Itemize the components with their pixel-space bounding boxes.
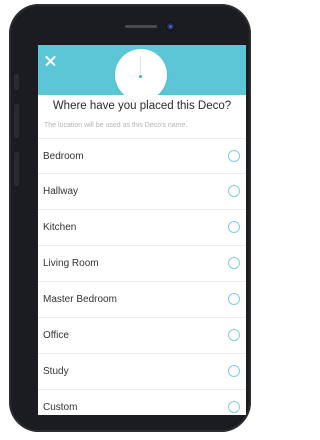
radio-unselected-icon[interactable] bbox=[228, 365, 240, 377]
radio-unselected-icon[interactable] bbox=[228, 221, 240, 233]
mute-switch bbox=[14, 74, 19, 90]
location-option-study[interactable]: Study bbox=[38, 354, 246, 390]
screen: Where have you placed this Deco? The loc… bbox=[38, 45, 246, 415]
location-label: Office bbox=[43, 330, 69, 341]
radio-unselected-icon[interactable] bbox=[228, 257, 240, 269]
location-label: Bedroom bbox=[43, 151, 84, 162]
location-option-hallway[interactable]: Hallway bbox=[38, 174, 246, 210]
location-label: Master Bedroom bbox=[43, 294, 117, 305]
location-option-kitchen[interactable]: Kitchen bbox=[38, 210, 246, 246]
location-label: Kitchen bbox=[43, 222, 77, 233]
volume-up-button bbox=[14, 104, 19, 138]
location-list: Bedroom Hallway Kitchen Living Room Mast… bbox=[38, 138, 246, 415]
location-option-office[interactable]: Office bbox=[38, 318, 246, 354]
page-title: Where have you placed this Deco? bbox=[52, 100, 232, 112]
location-label: Study bbox=[43, 366, 69, 377]
deco-status-light bbox=[139, 75, 142, 78]
location-label: Hallway bbox=[43, 186, 79, 197]
location-label: Custom bbox=[43, 402, 78, 413]
radio-unselected-icon[interactable] bbox=[228, 293, 240, 305]
front-camera-icon bbox=[167, 23, 174, 30]
earpiece-speaker bbox=[125, 25, 157, 28]
app-mockup: Where have you placed this Deco? The loc… bbox=[0, 0, 252, 440]
location-option-living-room[interactable]: Living Room bbox=[38, 246, 246, 282]
location-label: Living Room bbox=[43, 258, 99, 269]
location-option-master-bedroom[interactable]: Master Bedroom bbox=[38, 282, 246, 318]
radio-unselected-icon[interactable] bbox=[228, 401, 240, 413]
location-option-custom[interactable]: Custom bbox=[38, 390, 246, 415]
radio-unselected-icon[interactable] bbox=[228, 329, 240, 341]
phone-frame: Where have you placed this Deco? The loc… bbox=[9, 4, 251, 432]
location-option-bedroom[interactable]: Bedroom bbox=[38, 138, 246, 174]
volume-down-button bbox=[14, 152, 19, 186]
deco-device-icon bbox=[115, 49, 167, 101]
radio-unselected-icon[interactable] bbox=[228, 185, 240, 197]
radio-unselected-icon[interactable] bbox=[228, 150, 240, 162]
page-subtitle: The location will be used as this Deco's… bbox=[44, 122, 188, 129]
close-icon[interactable] bbox=[44, 54, 58, 68]
